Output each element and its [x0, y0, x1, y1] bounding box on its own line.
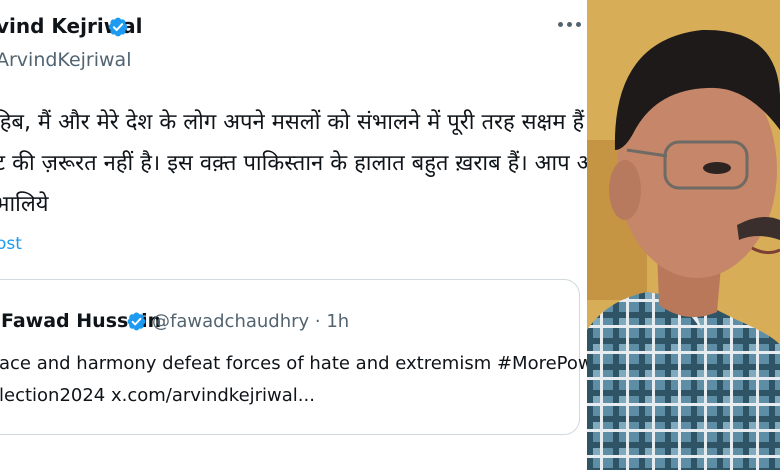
author-handle[interactable]: ArvindKejriwal: [0, 49, 131, 71]
tweet-panel: vind Kejriwal ArvindKejriwal हिब, मैं और…: [0, 0, 587, 470]
portrait-photo: [587, 0, 780, 470]
verified-badge-icon: [127, 312, 146, 331]
quoted-tweet-card[interactable]: Fawad Hussain @fawadchaudhry · 1h ace an…: [0, 279, 587, 435]
quote-author-handle[interactable]: @fawadchaudhry · 1h: [152, 311, 349, 332]
quote-text: ace and harmony defeat forces of hate an…: [0, 348, 587, 412]
quote-text-line: ace and harmony defeat forces of hate an…: [0, 353, 587, 374]
verified-badge-icon: [108, 17, 128, 37]
more-options-icon[interactable]: [558, 17, 586, 31]
portrait-illustration: [587, 0, 780, 470]
tweet-body-line: हिब, मैं और मेरे देश के लोग अपने मसलों क…: [0, 110, 587, 135]
tweet-body-line: भालिये: [0, 192, 49, 217]
quote-text-line: lection2024 x.com/arvindkejriwal...: [0, 385, 315, 406]
tweet-body: हिब, मैं और मेरे देश के लोग अपने मसलों क…: [0, 102, 587, 225]
translate-post-link[interactable]: ost: [0, 234, 22, 254]
tweet-body-line: ट की ज़रूरत नहीं है। इस वक़्त पाकिस्तान …: [0, 151, 587, 176]
